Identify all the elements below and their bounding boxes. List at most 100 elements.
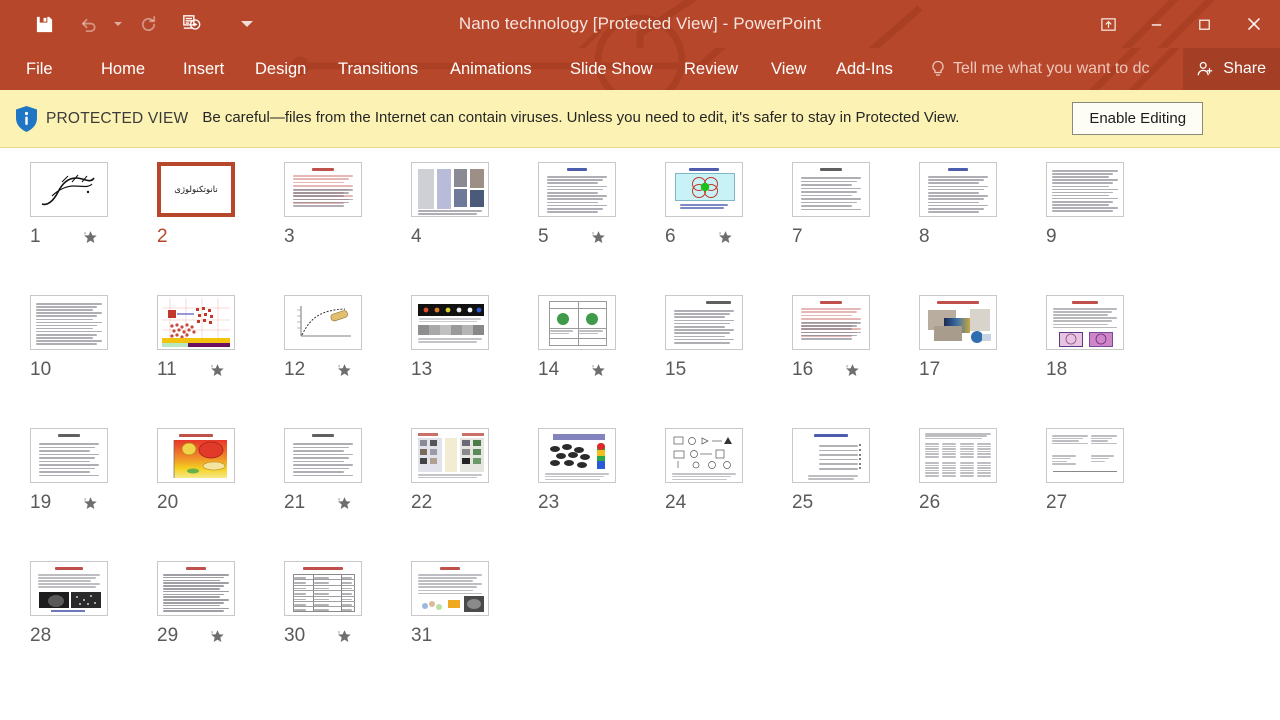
slide-thumbnail-21[interactable]: 21: [284, 428, 411, 561]
slide-thumbnail-14[interactable]: 14: [538, 295, 665, 428]
slide-thumbnail-20[interactable]: 20: [157, 428, 284, 561]
animation-star-icon[interactable]: [717, 229, 733, 245]
redo-button[interactable]: [126, 7, 170, 41]
minimize-button[interactable]: [1132, 4, 1180, 44]
slide-footer: 28: [30, 623, 142, 649]
animation-star-icon[interactable]: [82, 229, 98, 245]
slide-thumbnail-image[interactable]: [1046, 162, 1124, 217]
slide-thumbnail-18[interactable]: 18: [1046, 295, 1173, 428]
customize-quick-access-toolbar-button[interactable]: [228, 7, 266, 41]
slide-thumbnail-image[interactable]: [411, 561, 489, 616]
slide-thumbnail-image[interactable]: [411, 428, 489, 483]
slide-thumbnail-image[interactable]: [157, 428, 235, 483]
animation-star-icon[interactable]: [82, 495, 98, 511]
slide-thumbnail-19[interactable]: 19: [30, 428, 157, 561]
slide-thumbnail-22[interactable]: 22: [411, 428, 538, 561]
slide-thumbnail-26[interactable]: 26: [919, 428, 1046, 561]
animation-star-icon[interactable]: [209, 628, 225, 644]
slide-thumbnail-image[interactable]: [30, 295, 108, 350]
slide-thumbnail-image[interactable]: [792, 428, 870, 483]
ribbon-tab-home[interactable]: Home: [101, 48, 145, 90]
animation-star-icon[interactable]: [336, 495, 352, 511]
slide-thumbnail-image[interactable]: [1046, 428, 1124, 483]
slide-thumbnail-25[interactable]: 25: [792, 428, 919, 561]
undo-dropdown-button[interactable]: [110, 7, 126, 41]
animation-star-icon[interactable]: [844, 362, 860, 378]
ribbon-tab-animations[interactable]: Animations: [450, 48, 532, 90]
ribbon-display-options-button[interactable]: [1084, 4, 1132, 44]
slide-thumbnail-2[interactable]: نانوتکنولوژی 2: [157, 162, 284, 295]
tell-me-box[interactable]: Tell me what you want to dc: [930, 48, 1150, 90]
slide-thumbnail-image[interactable]: نانوتکنولوژی: [157, 162, 235, 217]
slide-thumbnail-image[interactable]: [665, 162, 743, 217]
animation-star-icon[interactable]: [209, 362, 225, 378]
slide-thumbnail-image[interactable]: [538, 162, 616, 217]
slide-thumbnail-image[interactable]: [792, 162, 870, 217]
slide-thumbnail-12[interactable]: 12: [284, 295, 411, 428]
slide-thumbnail-28[interactable]: 28: [30, 561, 157, 694]
slide-thumbnail-31[interactable]: 31: [411, 561, 538, 694]
ribbon-tab-add-ins[interactable]: Add-Ins: [836, 48, 893, 90]
slide-thumbnail-13[interactable]: 13: [411, 295, 538, 428]
slide-thumbnail-17[interactable]: 17: [919, 295, 1046, 428]
slide-thumbnail-image[interactable]: [538, 295, 616, 350]
start-from-beginning-button[interactable]: [170, 7, 214, 41]
slide-thumbnail-6[interactable]: 6: [665, 162, 792, 295]
slide-thumbnail-image[interactable]: [919, 295, 997, 350]
slide-number: 16: [792, 359, 814, 380]
slide-thumbnail-image[interactable]: [157, 561, 235, 616]
close-button[interactable]: [1228, 4, 1280, 44]
ribbon-tab-insert[interactable]: Insert: [183, 48, 224, 90]
slide-thumbnail-image[interactable]: [411, 295, 489, 350]
slide-thumbnail-7[interactable]: 7: [792, 162, 919, 295]
slide-thumbnail-image[interactable]: [665, 295, 743, 350]
slide-thumbnail-11[interactable]: 11: [157, 295, 284, 428]
ribbon-tab-view[interactable]: View: [771, 48, 806, 90]
ribbon-tab-slide-show[interactable]: Slide Show: [570, 48, 653, 90]
slide-thumbnail-1[interactable]: 1: [30, 162, 157, 295]
slide-thumbnail-5[interactable]: 5: [538, 162, 665, 295]
slide-thumbnail-29[interactable]: 29: [157, 561, 284, 694]
undo-button[interactable]: [66, 7, 110, 41]
slide-thumbnail-16[interactable]: 16: [792, 295, 919, 428]
slide-thumbnail-30[interactable]: 30: [284, 561, 411, 694]
slide-thumbnail-image[interactable]: [30, 428, 108, 483]
slide-thumbnail-27[interactable]: 27: [1046, 428, 1173, 561]
slide-thumbnail-10[interactable]: 10: [30, 295, 157, 428]
ribbon-tab-review[interactable]: Review: [684, 48, 738, 90]
slide-sorter-area[interactable]: 1 نانوتکنولوژی 2 3 45 6 7 8 9 10 11 12 1…: [0, 148, 1280, 720]
slide-thumbnail-image[interactable]: [30, 561, 108, 616]
slide-thumbnail-image[interactable]: [665, 428, 743, 483]
slide-thumbnail-image[interactable]: [538, 428, 616, 483]
slide-thumbnail-24[interactable]: 24: [665, 428, 792, 561]
slide-thumbnail-image[interactable]: [284, 428, 362, 483]
slide-thumbnail-23[interactable]: 23: [538, 428, 665, 561]
slide-thumbnail-image[interactable]: [284, 561, 362, 616]
slide-thumbnail-image[interactable]: [30, 162, 108, 217]
slide-thumbnail-image[interactable]: [411, 162, 489, 217]
share-button[interactable]: Share: [1183, 48, 1280, 90]
slide-thumbnail-image[interactable]: [284, 162, 362, 217]
ribbon-tab-transitions[interactable]: Transitions: [338, 48, 418, 90]
animation-star-icon[interactable]: [590, 362, 606, 378]
animation-star-icon[interactable]: [336, 628, 352, 644]
slide-thumbnail-9[interactable]: 9: [1046, 162, 1173, 295]
maximize-button[interactable]: [1180, 4, 1228, 44]
slide-thumbnail-image[interactable]: [919, 162, 997, 217]
slide-thumbnail-image[interactable]: [1046, 295, 1124, 350]
slide-thumbnail-8[interactable]: 8: [919, 162, 1046, 295]
animation-star-icon[interactable]: [336, 362, 352, 378]
save-button[interactable]: [22, 7, 66, 41]
enable-editing-button[interactable]: Enable Editing: [1072, 102, 1204, 135]
slide-preview-text-plain-head: [284, 428, 362, 483]
slide-thumbnail-3[interactable]: 3: [284, 162, 411, 295]
slide-thumbnail-image[interactable]: [792, 295, 870, 350]
slide-thumbnail-4[interactable]: 4: [411, 162, 538, 295]
slide-thumbnail-image[interactable]: [919, 428, 997, 483]
slide-thumbnail-image[interactable]: [284, 295, 362, 350]
animation-star-icon[interactable]: [590, 229, 606, 245]
ribbon-tab-design[interactable]: Design: [255, 48, 306, 90]
slide-thumbnail-image[interactable]: [157, 295, 235, 350]
slide-thumbnail-15[interactable]: 15: [665, 295, 792, 428]
ribbon-tab-file[interactable]: File: [26, 48, 53, 90]
